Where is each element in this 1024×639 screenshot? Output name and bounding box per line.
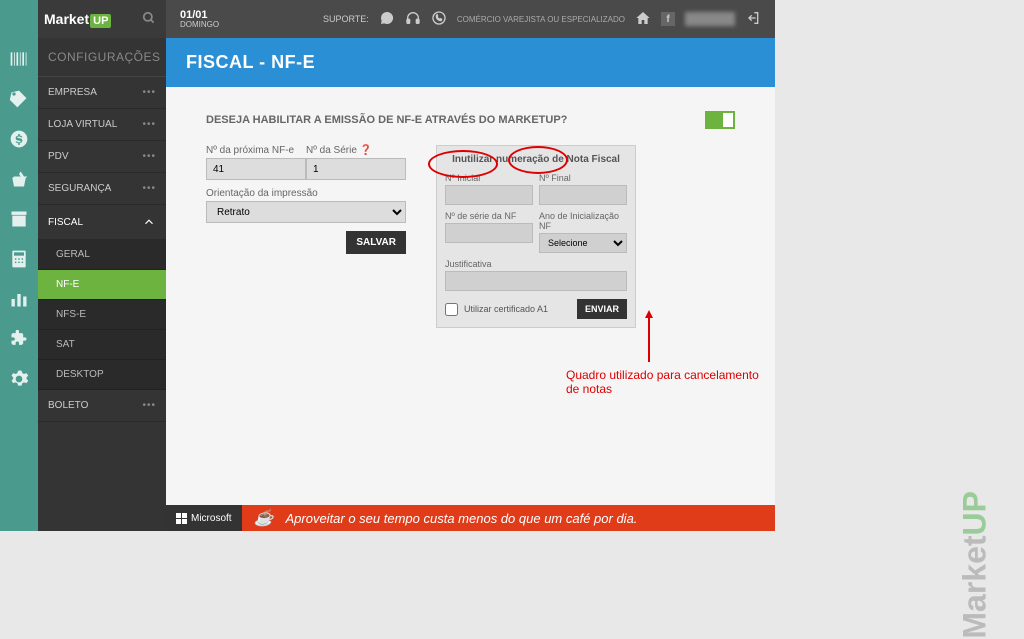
proxima-nfe-label: Nº da próxima NF-e — [206, 145, 306, 156]
whatsapp-icon[interactable] — [431, 10, 447, 29]
tag-icon[interactable] — [8, 88, 30, 110]
search-icon[interactable] — [142, 11, 156, 28]
sidebar: MarketUP CONFIGURAÇÕES EMPRESA••• LOJA V… — [38, 0, 166, 531]
chat-icon[interactable] — [379, 10, 395, 29]
microsoft-logo: Microsoft — [166, 505, 242, 531]
footer-ad[interactable]: Microsoft ☕ Aproveitar o seu tempo custa… — [166, 505, 775, 531]
sub-geral[interactable]: GERAL — [38, 240, 166, 270]
sub-nfse[interactable]: NFS-E — [38, 300, 166, 330]
nav-seguranca[interactable]: SEGURANÇA••• — [38, 173, 166, 205]
main: 01/01 DOMINGO SUPORTE: COMÉRCIO VAREJIST… — [166, 0, 775, 531]
inutilizar-panel: Inutilizar numeração de Nota Fiscal Nº I… — [436, 145, 636, 328]
coffee-icon: ☕ — [254, 508, 274, 528]
puzzle-icon[interactable] — [8, 328, 30, 350]
justificativa-input[interactable] — [445, 271, 627, 291]
config-header: CONFIGURAÇÕES — [38, 38, 166, 77]
panel-title: Inutilizar numeração de Nota Fiscal — [445, 154, 627, 165]
logout-icon[interactable] — [745, 10, 761, 29]
money-icon[interactable] — [8, 128, 30, 150]
ano-select[interactable]: Selecione — [539, 233, 627, 253]
chart-icon[interactable] — [8, 288, 30, 310]
gear-icon[interactable] — [8, 368, 30, 390]
headset-icon[interactable] — [405, 10, 421, 29]
calculator-icon[interactable] — [8, 248, 30, 270]
sub-desktop[interactable]: DESKTOP — [38, 360, 166, 390]
orientacao-select[interactable]: Retrato — [206, 201, 406, 223]
serie-label: Nº da Série ❓ — [306, 145, 406, 156]
nav-pdv[interactable]: PDV••• — [38, 141, 166, 173]
nav-loja[interactable]: LOJA VIRTUAL••• — [38, 109, 166, 141]
support-label: SUPORTE: — [323, 14, 369, 24]
annotation-text: Quadro utilizado para cancelamento de no… — [566, 368, 775, 396]
serie-input[interactable] — [306, 158, 406, 180]
nav-boleto[interactable]: BOLETO••• — [38, 390, 166, 422]
enable-question: DESEJA HABILITAR A EMISSÃO DE NF-E ATRAV… — [206, 111, 735, 129]
iconbar — [0, 0, 38, 531]
logo: MarketUP — [44, 11, 111, 27]
topbar: 01/01 DOMINGO SUPORTE: COMÉRCIO VAREJIST… — [166, 0, 775, 38]
proxima-nfe-input[interactable] — [206, 158, 306, 180]
barcode-icon[interactable] — [8, 48, 30, 70]
save-button[interactable]: SALVAR — [346, 231, 406, 254]
sub-sat[interactable]: SAT — [38, 330, 166, 360]
enable-toggle[interactable] — [705, 111, 735, 129]
n-final-input[interactable] — [539, 185, 627, 205]
nav-fiscal[interactable]: FISCAL — [38, 205, 166, 240]
sub-nfe[interactable]: NF-E — [38, 270, 166, 300]
help-icon[interactable]: ❓ — [360, 145, 372, 156]
user-blur — [685, 12, 735, 26]
company-type: COMÉRCIO VAREJISTA OU ESPECIALIZADO — [457, 15, 625, 24]
page-title: FISCAL - NF-E — [166, 38, 775, 87]
archive-icon[interactable] — [8, 208, 30, 230]
cert-checkbox[interactable] — [445, 303, 458, 316]
date: 01/01 DOMINGO — [180, 9, 219, 30]
logo-row: MarketUP — [38, 0, 166, 38]
watermark: MarketUP — [957, 491, 994, 639]
facebook-icon[interactable]: f — [661, 12, 675, 26]
send-button[interactable]: ENVIAR — [577, 299, 627, 319]
orientacao-label: Orientação da impressão — [206, 188, 406, 199]
home-icon[interactable] — [635, 10, 651, 29]
nav-empresa[interactable]: EMPRESA••• — [38, 77, 166, 109]
chevron-up-icon — [142, 215, 156, 229]
n-serie-input[interactable] — [445, 223, 533, 243]
n-inicial-input[interactable] — [445, 185, 533, 205]
basket-icon[interactable] — [8, 168, 30, 190]
annotation-arrow — [648, 316, 650, 362]
